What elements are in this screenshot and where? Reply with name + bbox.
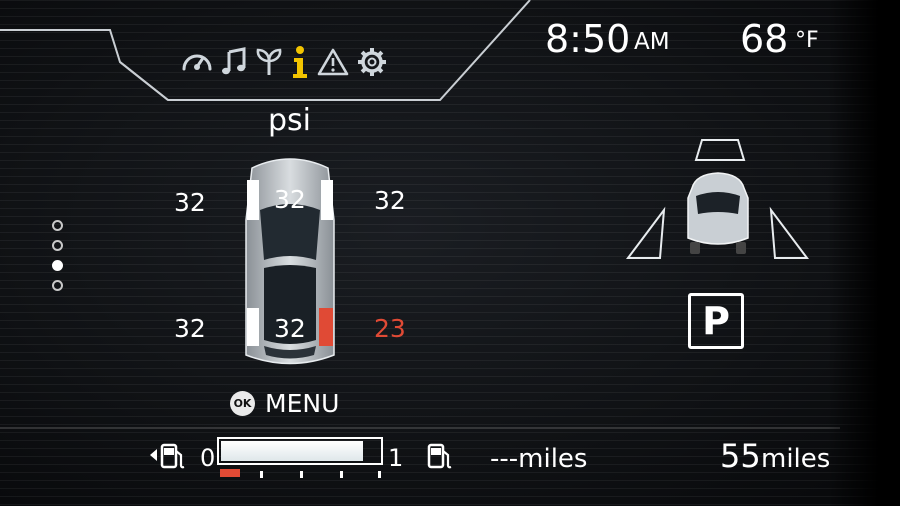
fuel-scale-ticks (220, 469, 382, 479)
trip-range-readout: ---miles (490, 444, 588, 474)
fuel-door-side-icon (150, 443, 185, 469)
fuel-level-bar (217, 437, 383, 465)
instrument-cluster-display: 8:50 AM 68 °F psi 32 32 32 32 32 23 OK M… (0, 0, 900, 506)
music-note-icon[interactable] (220, 47, 248, 81)
fuel-level-fill (221, 441, 363, 461)
ok-button-icon[interactable]: OK (230, 391, 255, 416)
tire-front-center-pressure: 32 (274, 185, 306, 214)
fuel-full-label: 1 (388, 444, 404, 472)
gauge-icon[interactable] (180, 47, 214, 81)
temperature-unit: °F (795, 28, 819, 53)
fuel-tick (340, 471, 343, 478)
tire-front-left-pressure: 32 (174, 188, 206, 217)
menu-hint[interactable]: OK MENU (230, 389, 339, 418)
page-indicator (52, 220, 68, 300)
tire-rear-left-pressure: 32 (174, 314, 206, 343)
warning-icon[interactable] (316, 47, 350, 81)
page-dot[interactable] (52, 280, 63, 291)
fuel-tick (378, 471, 381, 478)
fuel-low-marker (220, 469, 240, 477)
clock-ampm: AM (634, 29, 670, 55)
page-dot[interactable] (52, 240, 63, 251)
settings-gear-icon[interactable] (356, 46, 388, 82)
tire-rear-center-pressure: 32 (274, 314, 306, 343)
fuel-tick (300, 471, 303, 478)
eco-leaf-icon[interactable] (254, 47, 284, 81)
tire-rear-right-pressure-low: 23 (374, 314, 406, 343)
menu-label: MENU (265, 389, 340, 418)
gear-position-indicator: P (688, 293, 744, 349)
bezel-edge (828, 0, 900, 506)
menu-icon-bar (180, 46, 388, 82)
range-unit: miles (761, 444, 831, 474)
pressure-unit-label: psi (268, 103, 312, 138)
page-dot-active[interactable] (52, 260, 63, 271)
fuel-empty-label: 0 (200, 444, 216, 472)
info-icon[interactable] (290, 45, 310, 83)
driver-assist-car-icon (626, 139, 809, 259)
fuel-pump-icon (427, 443, 452, 469)
clock-time: 8:50 (545, 17, 631, 61)
outside-temperature: 68 (740, 17, 789, 61)
range-value: 55 (720, 437, 761, 475)
page-dot[interactable] (52, 220, 63, 231)
fuel-tick (260, 471, 263, 478)
tire-front-right-pressure: 32 (374, 186, 406, 215)
